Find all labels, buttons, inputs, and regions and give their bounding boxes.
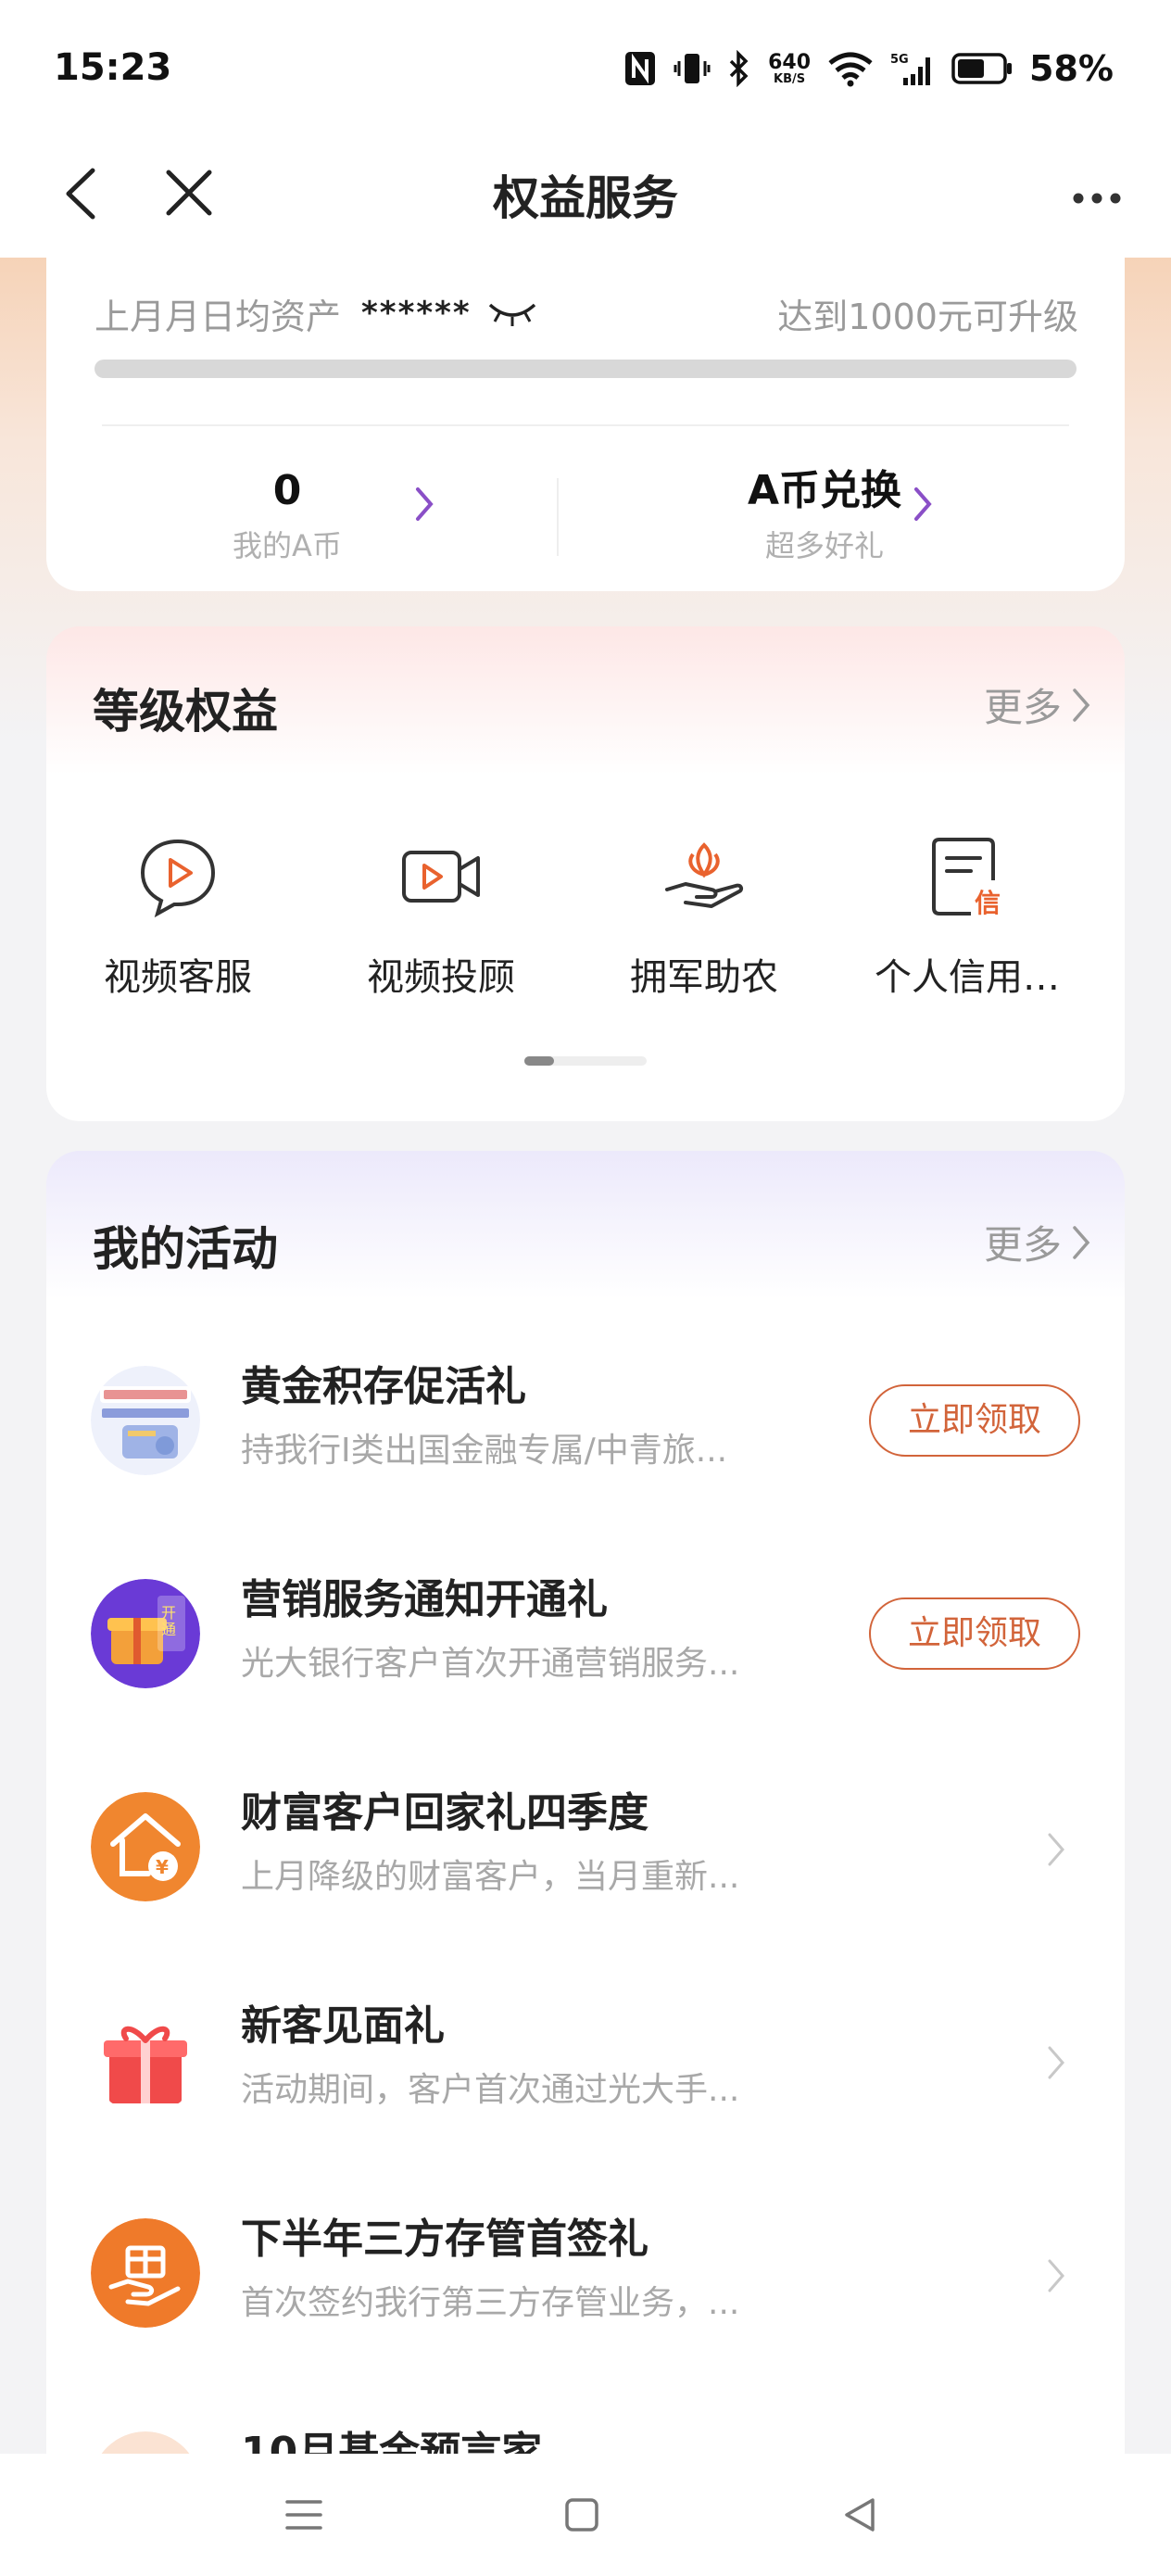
video-camera-icon	[402, 851, 480, 903]
chevron-right-icon	[416, 487, 434, 521]
upgrade-hint: 达到1000元可升级	[777, 296, 1078, 337]
svg-text:5G: 5G	[890, 53, 909, 67]
exchange-title: A币兑换	[747, 467, 902, 514]
lotus-hand-icon	[665, 842, 744, 908]
svg-text:¥: ¥	[156, 1856, 169, 1878]
chevron-right-icon	[1048, 2046, 1064, 2079]
back-triangle-icon[interactable]	[839, 2494, 880, 2535]
nav-bar: 权益服务	[0, 139, 1171, 258]
activity-desc: 活动期间，客户首次通过光大手...	[241, 2071, 740, 2109]
coin-exchange[interactable]: A币兑换 超多好礼	[584, 463, 1065, 565]
activity-item[interactable]: 10月基金预言家	[46, 2385, 1125, 2454]
activities-title: 我的活动	[93, 1222, 278, 1276]
activity-name: 新客见面礼	[241, 2002, 445, 2050]
activity-item[interactable]: 开 通 营销服务通知开通礼 光大银行客户首次开通营销服务... 立即领取	[46, 1533, 1125, 1746]
cellular-5g-icon: 5G	[890, 53, 931, 85]
asset-label: 上月月日均资产	[94, 296, 342, 337]
claim-button[interactable]: 立即领取	[869, 1597, 1080, 1670]
video-chat-icon	[140, 839, 216, 918]
asset-masked-value: ******	[361, 295, 472, 332]
right-item-personal-credit[interactable]: 信 个人信用…	[836, 832, 1099, 1001]
bluetooth-icon	[729, 50, 749, 87]
coins-value: 0	[272, 467, 302, 514]
fund-prophet-thumbnail	[101, 2431, 190, 2454]
my-activities-card: 我的活动 更多 黄金积存促活礼 持我行I类出国金融专属/中青旅... 立即领取	[46, 1151, 1125, 2454]
eye-closed-icon[interactable]	[486, 299, 538, 327]
status-bar: 15:23 640 KB/S 5G 58%	[0, 0, 1171, 139]
activities-more[interactable]: 更多	[984, 1214, 1091, 1270]
activity-desc: 光大银行客户首次开通营销服务...	[241, 1645, 740, 1683]
right-label: 拥军助农	[630, 956, 778, 999]
svg-text:信: 信	[975, 888, 1001, 918]
right-item-video-advisor[interactable]: 视频投顾	[309, 832, 573, 1001]
divider	[557, 478, 559, 556]
level-rights-more[interactable]: 更多	[984, 676, 1091, 733]
chevron-right-icon	[914, 487, 932, 521]
right-label: 视频客服	[104, 956, 252, 999]
activity-desc: 上月降级的财富客户，当月重新...	[241, 1858, 740, 1896]
chevron-right-icon	[1073, 688, 1090, 722]
page-indicator	[524, 1056, 647, 1066]
asset-row: 上月月日均资产 ****** 达到1000元可升级	[94, 285, 1078, 341]
level-rights-title: 等级权益	[93, 685, 278, 739]
gold-savings-thumbnail	[91, 1366, 200, 1475]
vibrate-icon	[674, 54, 711, 83]
menu-icon[interactable]	[283, 2494, 324, 2535]
scroll-content[interactable]: 上月月日均资产 ****** 达到1000元可升级 0 我的A币 A币兑换 超多…	[0, 258, 1171, 2454]
rights-row: 视频客服 视频投顾 拥军助农 信 个人信用…	[46, 832, 1125, 999]
exchange-sub: 超多好礼	[764, 528, 884, 563]
svg-text:通: 通	[161, 1621, 176, 1638]
right-label: 个人信用…	[875, 956, 1060, 999]
activity-name: 营销服务通知开通礼	[241, 1576, 608, 1623]
coins-label: 我的A币	[233, 528, 342, 563]
chevron-right-icon	[1073, 1225, 1090, 1259]
right-label: 视频投顾	[367, 956, 515, 999]
gift-hand-icon	[91, 2218, 200, 2328]
wifi-icon	[828, 52, 873, 87]
level-rights-card: 等级权益 更多 视频客服 视频投顾 拥军助农 信 个人信用…	[46, 626, 1125, 1121]
divider	[102, 424, 1069, 426]
battery-icon	[951, 53, 1013, 84]
activity-desc: 持我行I类出国金融专属/中青旅...	[241, 1432, 728, 1470]
activity-name: 10月基金预言家	[241, 2429, 543, 2454]
status-icons: 640 KB/S 5G 58%	[623, 44, 1114, 93]
credit-document-icon: 信	[932, 838, 1001, 918]
net-speed: 640 KB/S	[768, 50, 812, 86]
activity-name: 黄金积存促活礼	[241, 1363, 526, 1410]
activity-desc: 首次签约我行第三方存管业务，...	[241, 2284, 740, 2322]
activity-name: 下半年三方存管首签礼	[241, 2216, 648, 2263]
svg-text:开: 开	[161, 1604, 176, 1622]
right-item-support-army-farmers[interactable]: 拥军助农	[573, 832, 836, 1001]
house-coin-icon: ¥	[91, 1792, 200, 1901]
home-icon[interactable]	[563, 2494, 600, 2535]
system-nav-bar	[0, 2454, 1171, 2576]
asset-card: 上月月日均资产 ****** 达到1000元可升级 0 我的A币 A币兑换 超多…	[46, 258, 1125, 591]
red-gift-icon	[91, 2005, 200, 2115]
gift-box-thumbnail: 开 通	[91, 1579, 200, 1688]
activity-item[interactable]: 新客见面礼 活动期间，客户首次通过光大手...	[46, 1959, 1125, 2172]
more-label: 更多	[983, 685, 1062, 730]
page-indicator-thumb	[524, 1056, 554, 1066]
more-icon[interactable]	[1071, 191, 1123, 206]
activity-name: 财富客户回家礼四季度	[241, 1789, 648, 1837]
page-title: 权益服务	[493, 171, 678, 225]
battery-percent: 58%	[1029, 48, 1114, 89]
more-label: 更多	[983, 1222, 1062, 1268]
asset-progress-bar	[94, 360, 1077, 378]
activity-item[interactable]: 下半年三方存管首签礼 首次签约我行第三方存管业务，...	[46, 2172, 1125, 2385]
activity-item[interactable]: 黄金积存促活礼 持我行I类出国金融专属/中青旅... 立即领取	[46, 1320, 1125, 1533]
chevron-right-icon	[1048, 2259, 1064, 2292]
chevron-right-icon	[1048, 1833, 1064, 1866]
status-time: 15:23	[54, 46, 172, 89]
right-item-video-service[interactable]: 视频客服	[46, 832, 309, 1001]
activity-item[interactable]: ¥ 财富客户回家礼四季度 上月降级的财富客户，当月重新...	[46, 1746, 1125, 1959]
my-coins[interactable]: 0 我的A币	[46, 463, 528, 565]
nfc-icon	[625, 52, 656, 85]
claim-button[interactable]: 立即领取	[869, 1384, 1080, 1457]
